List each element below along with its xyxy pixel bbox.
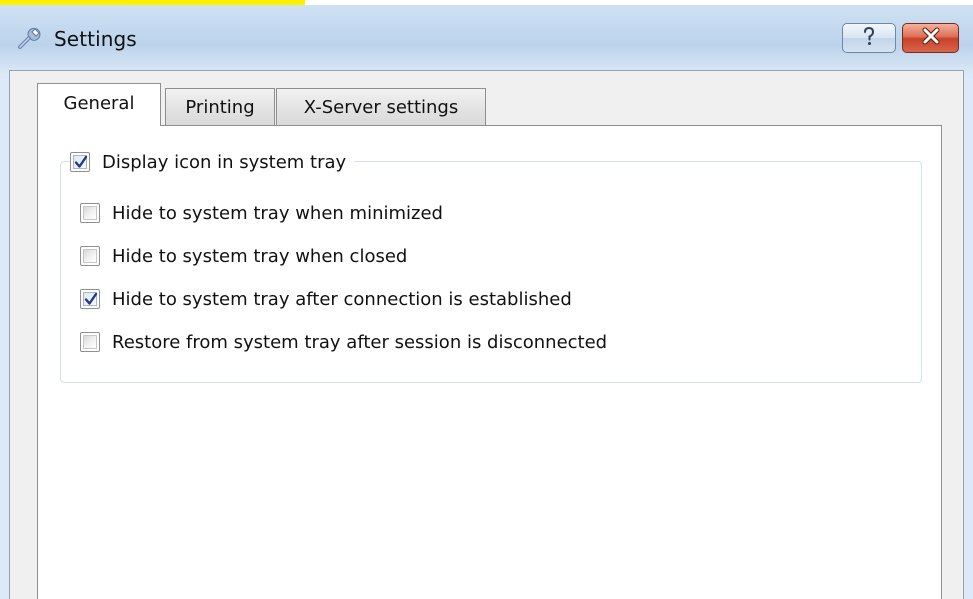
hide-after-connection-checkbox[interactable]: Hide to system tray after connection is … [80,285,572,313]
tab-general-label: General [63,92,135,114]
restore-after-disconnect-checkbox[interactable]: Restore from system tray after session i… [80,328,607,356]
checkbox-checked[interactable] [80,289,100,309]
general-tab-panel: Display icon in system tray Hide to syst… [37,125,942,599]
dialog-client-area: General Printing X-Server settings Displ… [9,70,964,599]
checkbox-unchecked[interactable] [80,246,100,266]
checkbox-label: Hide to system tray when closed [112,245,408,267]
close-x-icon [921,27,941,49]
checkbox-label: Hide to system tray when minimized [112,202,443,224]
checkbox-unchecked[interactable] [80,203,100,223]
settings-dialog: Settings General Printing X-Server setti… [0,5,973,599]
hide-when-closed-checkbox[interactable]: Hide to system tray when closed [80,242,407,270]
question-mark-icon [859,25,879,51]
tab-x-server-settings-label: X-Server settings [303,96,459,118]
checkbox-checked[interactable] [70,152,90,172]
checkbox-label: Restore from system tray after session i… [112,331,608,353]
checkbox-label: Hide to system tray after connection is … [112,288,572,310]
window-title: Settings [54,27,137,51]
tab-x-server-settings[interactable]: X-Server settings [276,88,486,125]
checkbox-label: Display icon in system tray [102,151,347,173]
title-bar[interactable]: Settings [0,5,973,70]
tab-printing[interactable]: Printing [165,88,275,125]
display-icon-in-system-tray-checkbox[interactable]: Display icon in system tray [70,148,355,176]
checkbox-unchecked[interactable] [80,332,100,352]
tab-printing-label: Printing [185,96,255,118]
wrench-icon [16,25,42,51]
close-button[interactable] [902,23,959,53]
help-button[interactable] [842,23,896,53]
hide-when-minimized-checkbox[interactable]: Hide to system tray when minimized [80,199,443,227]
tab-general[interactable]: General [37,83,161,126]
